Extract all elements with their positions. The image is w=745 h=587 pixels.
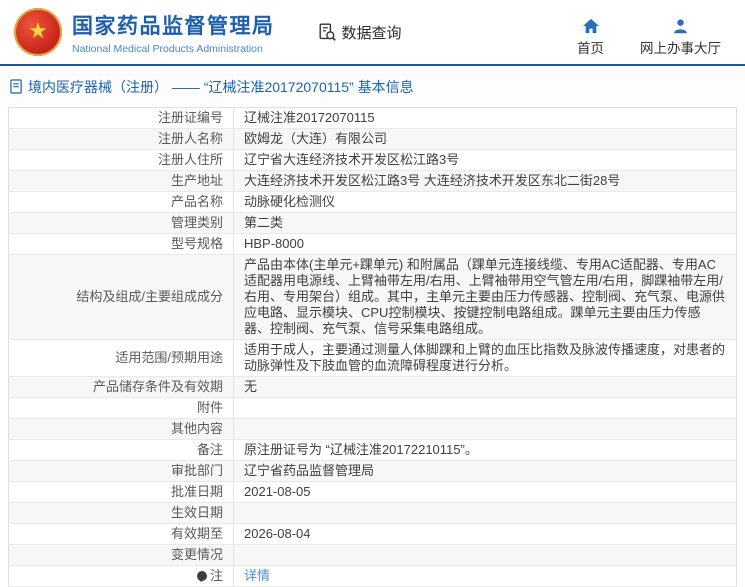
row-value: 辽械注准20172070115 bbox=[234, 108, 737, 129]
nav-home[interactable]: 首页 bbox=[577, 18, 604, 57]
row-label: 型号规格 bbox=[9, 234, 234, 255]
table-row: 适用范围/预期用途 适用于成人，主要通过测量人体脚踝和上臂的血压比指数及脉波传播… bbox=[9, 340, 737, 377]
nav-service-hall-label: 网上办事大厅 bbox=[640, 37, 721, 57]
table-row: 结构及组成/主要组成成分 产品由本体(主单元+踝单元) 和附属品（踝单元连接线缆… bbox=[9, 255, 737, 340]
table-row: 附件 bbox=[9, 398, 737, 419]
row-value: 大连经济技术开发区松江路3号 大连经济技术开发区东北二街28号 bbox=[234, 171, 737, 192]
row-value: 原注册证号为 “辽械注准20172210115”。 bbox=[234, 440, 737, 461]
org-name-en: National Medical Products Administration bbox=[72, 43, 275, 55]
table-row: 生产地址 大连经济技术开发区松江路3号 大连经济技术开发区东北二街28号 bbox=[9, 171, 737, 192]
table-row: 变更情况 bbox=[9, 545, 737, 566]
row-value: 2026-08-04 bbox=[234, 524, 737, 545]
row-label: 其他内容 bbox=[9, 419, 234, 440]
row-label: 变更情况 bbox=[9, 545, 234, 566]
table-row: 型号规格 HBP-8000 bbox=[9, 234, 737, 255]
table-row: 备注 原注册证号为 “辽械注准20172210115”。 bbox=[9, 440, 737, 461]
table-row: 批准日期 2021-08-05 bbox=[9, 482, 737, 503]
table-row: 审批部门 辽宁省药品监督管理局 bbox=[9, 461, 737, 482]
row-value: 无 bbox=[234, 377, 737, 398]
row-label: 注册人住所 bbox=[9, 150, 234, 171]
row-label: 批准日期 bbox=[9, 482, 234, 503]
table-row: 管理类别 第二类 bbox=[9, 213, 737, 234]
row-value bbox=[234, 419, 737, 440]
document-icon bbox=[10, 79, 23, 94]
site-logo: ★ 国家药品监督管理局 National Medical Products Ad… bbox=[14, 8, 275, 56]
table-row: 注册证编号 辽械注准20172070115 bbox=[9, 108, 737, 129]
row-label: 生产地址 bbox=[9, 171, 234, 192]
row-label: 生效日期 bbox=[9, 503, 234, 524]
table-row: 注 详情 bbox=[9, 566, 737, 587]
row-value: 2021-08-05 bbox=[234, 482, 737, 503]
row-value: 辽宁省药品监督管理局 bbox=[234, 461, 737, 482]
org-name-cn: 国家药品监督管理局 bbox=[72, 10, 275, 40]
row-value: 动脉硬化检测仪 bbox=[234, 192, 737, 213]
row-label: 有效期至 bbox=[9, 524, 234, 545]
table-row: 产品储存条件及有效期 无 bbox=[9, 377, 737, 398]
row-label: 适用范围/预期用途 bbox=[9, 340, 234, 377]
row-label: 备注 bbox=[9, 440, 234, 461]
table-row: 生效日期 bbox=[9, 503, 737, 524]
row-value bbox=[234, 503, 737, 524]
row-value bbox=[234, 545, 737, 566]
row-label: 注册证编号 bbox=[9, 108, 234, 129]
info-table: 注册证编号 辽械注准20172070115 注册人名称 欧姆龙（大连）有限公司 … bbox=[8, 107, 737, 587]
row-value: 欧姆龙（大连）有限公司 bbox=[234, 129, 737, 150]
nav-home-label: 首页 bbox=[577, 37, 604, 57]
table-row: 其他内容 bbox=[9, 419, 737, 440]
registration-info-section: 注册证编号 辽械注准20172070115 注册人名称 欧姆龙（大连）有限公司 … bbox=[8, 107, 737, 587]
row-label: 结构及组成/主要组成成分 bbox=[9, 255, 234, 340]
header-right-nav: 首页 网上办事大厅 bbox=[577, 8, 721, 57]
row-label: 注册人名称 bbox=[9, 129, 234, 150]
row-label: 产品储存条件及有效期 bbox=[9, 377, 234, 398]
table-row: 产品名称 动脉硬化检测仪 bbox=[9, 192, 737, 213]
nav-service-hall[interactable]: 网上办事大厅 bbox=[640, 18, 721, 57]
row-label: 产品名称 bbox=[9, 192, 234, 213]
home-icon bbox=[582, 18, 600, 34]
row-value: 详情 bbox=[234, 566, 737, 587]
nav-data-query[interactable]: 数据查询 bbox=[317, 22, 402, 43]
user-icon bbox=[672, 18, 689, 34]
row-value: 产品由本体(主单元+踝单元) 和附属品（踝单元连接线缆、专用AC适配器、专用AC… bbox=[234, 255, 737, 340]
table-row: 注册人名称 欧姆龙（大连）有限公司 bbox=[9, 129, 737, 150]
page-header: ★ 国家药品监督管理局 National Medical Products Ad… bbox=[0, 0, 745, 66]
breadcrumb: 境内医疗器械（注册） —— “辽械注准20172070115” 基本信息 bbox=[0, 66, 745, 107]
page-title: 境内医疗器械（注册） —— “辽械注准20172070115” 基本信息 bbox=[28, 77, 414, 97]
row-value: HBP-8000 bbox=[234, 234, 737, 255]
row-value bbox=[234, 398, 737, 419]
document-search-icon bbox=[317, 22, 337, 42]
national-emblem-icon: ★ bbox=[14, 8, 62, 56]
row-label: 管理类别 bbox=[9, 213, 234, 234]
row-value: 第二类 bbox=[234, 213, 737, 234]
row-label: 注 bbox=[9, 566, 234, 587]
table-row: 有效期至 2026-08-04 bbox=[9, 524, 737, 545]
row-value: 辽宁省大连经济技术开发区松江路3号 bbox=[234, 150, 737, 171]
row-label: 附件 bbox=[9, 398, 234, 419]
row-value: 适用于成人，主要通过测量人体脚踝和上臂的血压比指数及脉波传播速度，对患者的动脉弹… bbox=[234, 340, 737, 377]
row-label: 审批部门 bbox=[9, 461, 234, 482]
nav-data-query-label: 数据查询 bbox=[342, 22, 402, 43]
details-link[interactable]: 详情 bbox=[244, 568, 270, 583]
table-row: 注册人住所 辽宁省大连经济技术开发区松江路3号 bbox=[9, 150, 737, 171]
